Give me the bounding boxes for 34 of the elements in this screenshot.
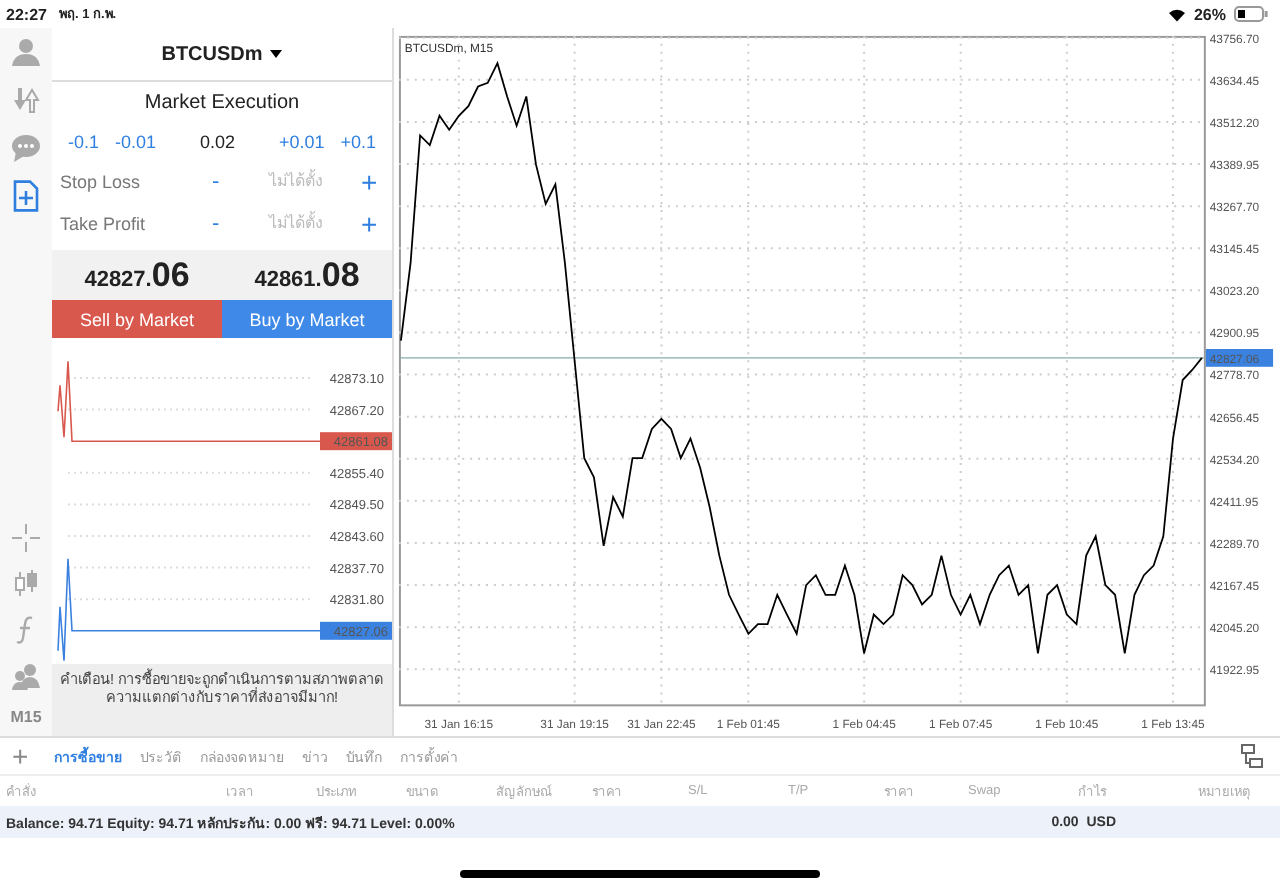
volume-step-button[interactable]: +0.1: [332, 132, 384, 152]
buy-button[interactable]: Buy by Market: [222, 300, 392, 338]
status-time: 22:27: [6, 5, 47, 23]
volume-step-button[interactable]: +0.01: [270, 132, 333, 152]
document-plus-icon[interactable]: [10, 180, 42, 212]
caret-icon[interactable]: [270, 50, 283, 58]
volume-value[interactable]: 0.02: [164, 132, 271, 152]
ask-price: 42861.08: [254, 255, 360, 295]
decrease-button[interactable]: -: [200, 169, 231, 193]
increase-button[interactable]: +: [354, 207, 384, 239]
person-icon[interactable]: [10, 36, 42, 68]
battery-icon: [1234, 6, 1268, 22]
crosshair-icon[interactable]: [10, 522, 42, 554]
chat-icon[interactable]: [10, 132, 42, 164]
symbol-title[interactable]: BTCUSDm: [161, 43, 263, 65]
price-input[interactable]: ไม่ได้ตั้ง: [238, 165, 355, 197]
price-input[interactable]: ไม่ได้ตั้ง: [238, 207, 355, 239]
add-button[interactable]: +: [12, 740, 41, 772]
layout-icon[interactable]: [1240, 744, 1264, 768]
level-label: Stop Loss: [60, 171, 143, 191]
wifi-icon: [1167, 7, 1186, 21]
volume-step-button[interactable]: -0.1: [60, 132, 108, 152]
increase-button[interactable]: +: [354, 165, 384, 197]
battery-percent: 26%: [1193, 5, 1226, 23]
decrease-button[interactable]: -: [200, 211, 231, 235]
people-icon[interactable]: [10, 660, 42, 692]
bid-price: 42827.06: [84, 255, 190, 295]
sell-button[interactable]: Sell by Market: [52, 300, 222, 338]
candlestick-icon[interactable]: [10, 568, 42, 600]
execution-mode[interactable]: Market Execution: [52, 92, 392, 124]
volume-step-button[interactable]: -0.01: [107, 132, 165, 152]
timeframe-label[interactable]: M15: [10, 708, 42, 726]
arrows-icon[interactable]: [10, 84, 42, 116]
level-label: Take Profit: [60, 213, 148, 233]
